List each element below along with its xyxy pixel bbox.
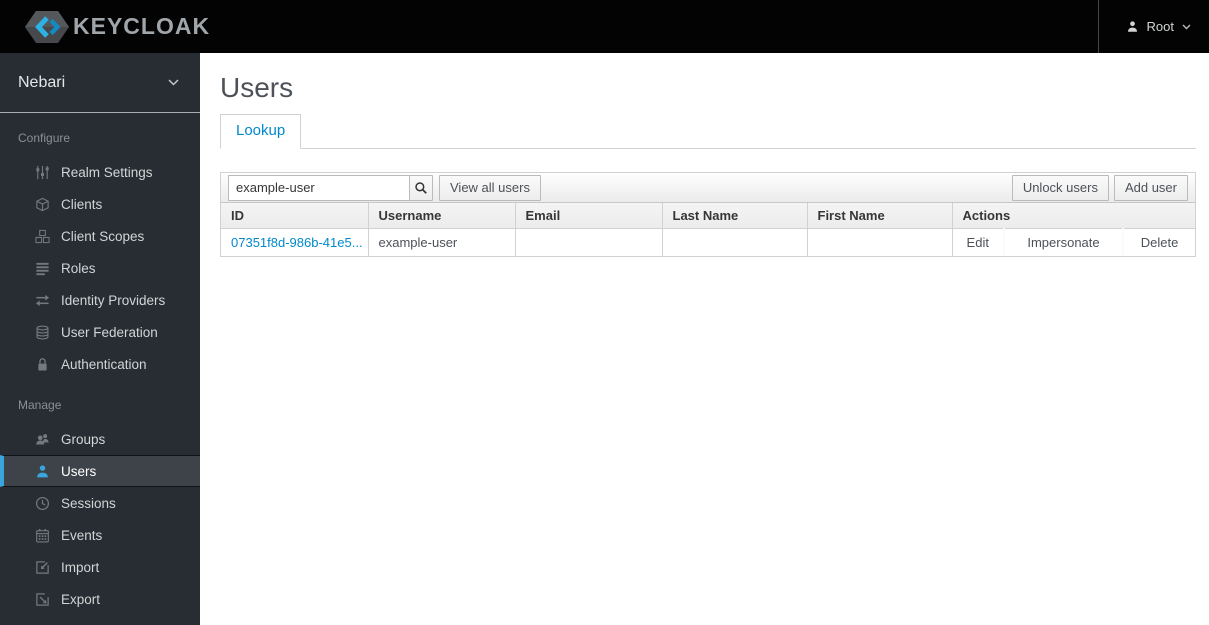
lock-icon bbox=[38, 357, 47, 370]
cubes-icon bbox=[35, 229, 50, 243]
search-button[interactable] bbox=[409, 174, 433, 201]
tab-lookup[interactable]: Lookup bbox=[220, 114, 302, 150]
sidebar-item-export[interactable]: Export bbox=[0, 583, 200, 615]
sidebar-item-label: Events bbox=[61, 527, 103, 543]
sidebar-item-label: Sessions bbox=[61, 495, 116, 511]
cell-username: example-user bbox=[367, 228, 515, 256]
realm-selector[interactable]: Nebari bbox=[0, 53, 200, 113]
sidebar-item-user-federation[interactable]: User Federation bbox=[0, 316, 200, 348]
sidebar-item-label: Realm Settings bbox=[61, 164, 153, 180]
sidebar-item-label: Groups bbox=[61, 431, 106, 447]
database-icon bbox=[36, 325, 49, 339]
sidebar-item-label: Import bbox=[61, 559, 100, 575]
sidebar-item-identity-providers[interactable]: Identity Providers bbox=[0, 284, 200, 316]
sidebar-item-events[interactable]: Events bbox=[0, 519, 200, 551]
users-table: ID Username Email Last Name First Name A… bbox=[221, 203, 1196, 256]
user-icon bbox=[37, 464, 48, 477]
sidebar-item-groups[interactable]: Groups bbox=[0, 423, 200, 455]
tab-bar: Lookup bbox=[220, 114, 1196, 150]
sidebar-item-clients[interactable]: Clients bbox=[0, 188, 200, 220]
edit-action[interactable]: Edit bbox=[951, 228, 1004, 256]
user-id-link[interactable]: 07351f8d-986b-41e5... bbox=[231, 235, 363, 250]
page-title: Users bbox=[220, 72, 294, 103]
keycloak-logo-icon bbox=[25, 10, 69, 43]
sidebar-item-realm-settings[interactable]: Realm Settings bbox=[0, 156, 200, 188]
sidebar-item-label: Users bbox=[61, 463, 97, 479]
sidebar-item-sessions[interactable]: Sessions bbox=[0, 487, 200, 519]
search-group bbox=[228, 174, 433, 201]
export-icon bbox=[36, 592, 49, 606]
calendar-icon bbox=[36, 528, 49, 542]
sidebar: Nebari Configure Realm Settings Clients … bbox=[0, 53, 200, 625]
sidebar-item-label: Client Scopes bbox=[61, 228, 145, 244]
add-user-button[interactable]: Add user bbox=[1113, 174, 1188, 201]
sidebar-item-roles[interactable]: Roles bbox=[0, 252, 200, 284]
sidebar-item-import[interactable]: Import bbox=[0, 551, 200, 583]
column-header-id: ID bbox=[221, 203, 368, 230]
sidebar-item-label: Identity Providers bbox=[61, 292, 166, 308]
cell-id: 07351f8d-986b-41e5... bbox=[221, 228, 368, 256]
impersonate-action[interactable]: Impersonate bbox=[1003, 228, 1123, 256]
column-header-actions: Actions bbox=[951, 203, 1196, 230]
cell-first-name bbox=[806, 228, 952, 256]
column-header-last-name: Last Name bbox=[661, 203, 807, 230]
column-header-first-name: First Name bbox=[806, 203, 952, 230]
table-toolbar: View all users Unlock users Add user bbox=[221, 173, 1195, 204]
user-menu[interactable]: Root bbox=[1097, 0, 1209, 53]
topbar: KEYCLOAK Root bbox=[0, 0, 1209, 53]
user-icon bbox=[1127, 21, 1137, 32]
keycloak-logo[interactable]: KEYCLOAK bbox=[24, 9, 210, 45]
group-icon bbox=[36, 433, 49, 444]
users-table-block: View all users Unlock users Add user ID … bbox=[220, 172, 1196, 257]
column-header-email: Email bbox=[514, 203, 662, 230]
exchange-arrows-icon bbox=[35, 294, 50, 306]
sidebar-item-label: Clients bbox=[61, 196, 103, 212]
column-header-username: Username bbox=[367, 203, 515, 230]
delete-action[interactable]: Delete bbox=[1121, 228, 1196, 256]
search-input[interactable] bbox=[228, 174, 410, 201]
configure-section-label: Configure bbox=[18, 131, 71, 145]
sidebar-item-label: Export bbox=[61, 591, 101, 607]
unlock-users-button[interactable]: Unlock users bbox=[1011, 174, 1109, 201]
list-icon bbox=[36, 262, 49, 275]
sidebar-item-users[interactable]: Users bbox=[0, 455, 200, 487]
cell-last-name bbox=[661, 228, 807, 256]
cell-email bbox=[514, 228, 662, 256]
sidebar-item-label: User Federation bbox=[61, 324, 158, 340]
view-all-users-button[interactable]: View all users bbox=[439, 174, 541, 201]
user-menu-label: Root bbox=[1146, 19, 1174, 34]
manage-section-label: Manage bbox=[18, 398, 62, 412]
main-content: Users Lookup View all users Unlock users… bbox=[200, 53, 1209, 625]
cube-icon bbox=[36, 197, 49, 211]
brand-text: KEYCLOAK bbox=[73, 13, 211, 39]
sliders-icon bbox=[36, 165, 49, 179]
clock-icon bbox=[35, 496, 50, 510]
chevron-down-icon bbox=[1182, 24, 1191, 29]
sidebar-item-authentication[interactable]: Authentication bbox=[0, 348, 200, 380]
import-icon bbox=[36, 560, 49, 574]
sidebar-item-client-scopes[interactable]: Client Scopes bbox=[0, 220, 200, 252]
magnifier-icon bbox=[415, 181, 427, 194]
realm-name: Nebari bbox=[18, 73, 66, 91]
sidebar-item-label: Roles bbox=[61, 260, 96, 276]
table-header-row: ID Username Email Last Name First Name A… bbox=[221, 203, 1196, 230]
sidebar-item-label: Authentication bbox=[61, 356, 147, 372]
table-row: 07351f8d-986b-41e5... example-user Edit … bbox=[221, 228, 1196, 256]
chevron-down-icon bbox=[168, 79, 179, 86]
